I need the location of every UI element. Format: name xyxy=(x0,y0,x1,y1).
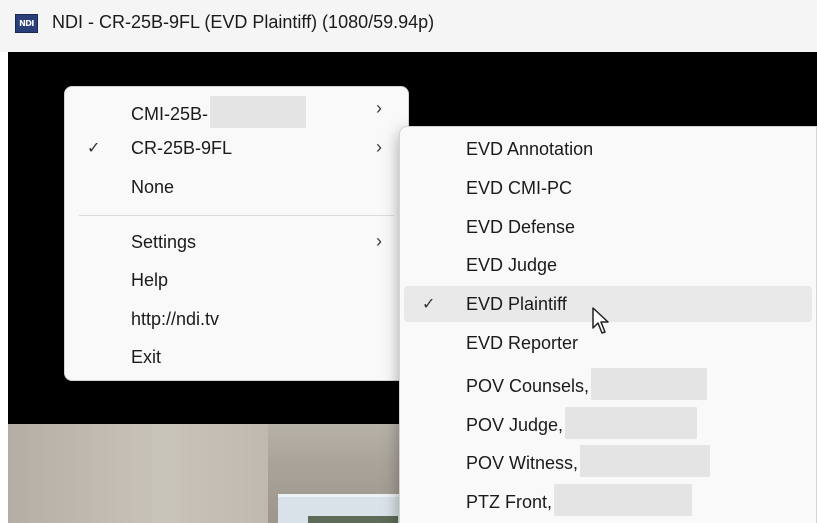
redacted-text xyxy=(591,368,708,400)
source-context-menu: CMI-25B- › ✓ CR-25B-9FL › None Settings … xyxy=(64,86,409,381)
menu-item-label: EVD Judge xyxy=(466,255,558,275)
redacted-text xyxy=(565,407,698,439)
submenu-item-pov-judge[interactable]: POV Judge, xyxy=(404,402,812,439)
menu-item-cmi-25b[interactable]: CMI-25B- › xyxy=(69,91,404,128)
menu-separator xyxy=(79,215,394,216)
ndi-app-icon: NDI xyxy=(15,14,38,33)
menu-item-none[interactable]: None xyxy=(69,169,404,205)
menu-item-label: http://ndi.tv xyxy=(131,309,220,329)
menu-item-label: EVD Annotation xyxy=(466,139,594,159)
submenu-item-evd-defense[interactable]: EVD Defense xyxy=(404,209,812,245)
menu-item-help[interactable]: Help xyxy=(69,262,404,298)
menu-item-exit[interactable]: Exit xyxy=(69,339,404,375)
redacted-text xyxy=(554,484,693,516)
menu-item-label: CR-25B-9FL xyxy=(131,138,233,158)
submenu-item-evd-cmi-pc[interactable]: EVD CMI-PC xyxy=(404,170,812,206)
menu-item-label: CMI-25B- xyxy=(131,96,307,131)
redacted-text xyxy=(580,445,711,477)
menu-item-label: EVD Defense xyxy=(466,217,576,237)
mouse-pointer-icon xyxy=(592,307,609,334)
chevron-right-icon: › xyxy=(376,137,382,157)
submenu-item-pov-witness[interactable]: POV Witness, xyxy=(404,440,812,477)
scene-region xyxy=(8,424,268,523)
submenu-item-evd-judge[interactable]: EVD Judge xyxy=(404,247,812,283)
title-bar[interactable]: NDI NDI - CR-25B-9FL (EVD Plaintiff) (10… xyxy=(0,0,817,52)
window-title: NDI - CR-25B-9FL (EVD Plaintiff) (1080/5… xyxy=(52,12,435,32)
menu-item-ndi-link[interactable]: http://ndi.tv xyxy=(69,301,404,337)
menu-item-cr-25b-9fl[interactable]: ✓ CR-25B-9FL › xyxy=(69,130,404,166)
redacted-text xyxy=(210,96,307,128)
menu-item-label: POV Judge, xyxy=(466,407,698,442)
chevron-right-icon: › xyxy=(376,98,382,118)
checkmark-icon: ✓ xyxy=(87,140,101,157)
menu-item-label: EVD Reporter xyxy=(466,333,579,353)
menu-item-label: Exit xyxy=(131,347,162,367)
chevron-right-icon: › xyxy=(376,231,382,251)
menu-item-label: PTZ Front, xyxy=(466,484,693,519)
menu-item-label: POV Witness, xyxy=(466,445,711,480)
checkmark-icon: ✓ xyxy=(422,296,436,313)
submenu-item-evd-annotation[interactable]: EVD Annotation xyxy=(404,131,812,167)
submenu-item-pov-counsels[interactable]: POV Counsels, xyxy=(404,363,812,400)
submenu-item-ptz-front[interactable]: PTZ Front, xyxy=(404,479,812,516)
menu-item-label: EVD Plaintiff xyxy=(466,294,567,314)
scene-region xyxy=(308,516,398,523)
menu-item-label: EVD CMI-PC xyxy=(466,178,573,198)
menu-item-label: POV Counsels, xyxy=(466,368,708,403)
menu-item-label: None xyxy=(131,177,175,197)
menu-item-label: Help xyxy=(131,270,169,290)
menu-item-label: Settings xyxy=(131,232,197,252)
menu-item-settings[interactable]: Settings › xyxy=(69,224,404,260)
